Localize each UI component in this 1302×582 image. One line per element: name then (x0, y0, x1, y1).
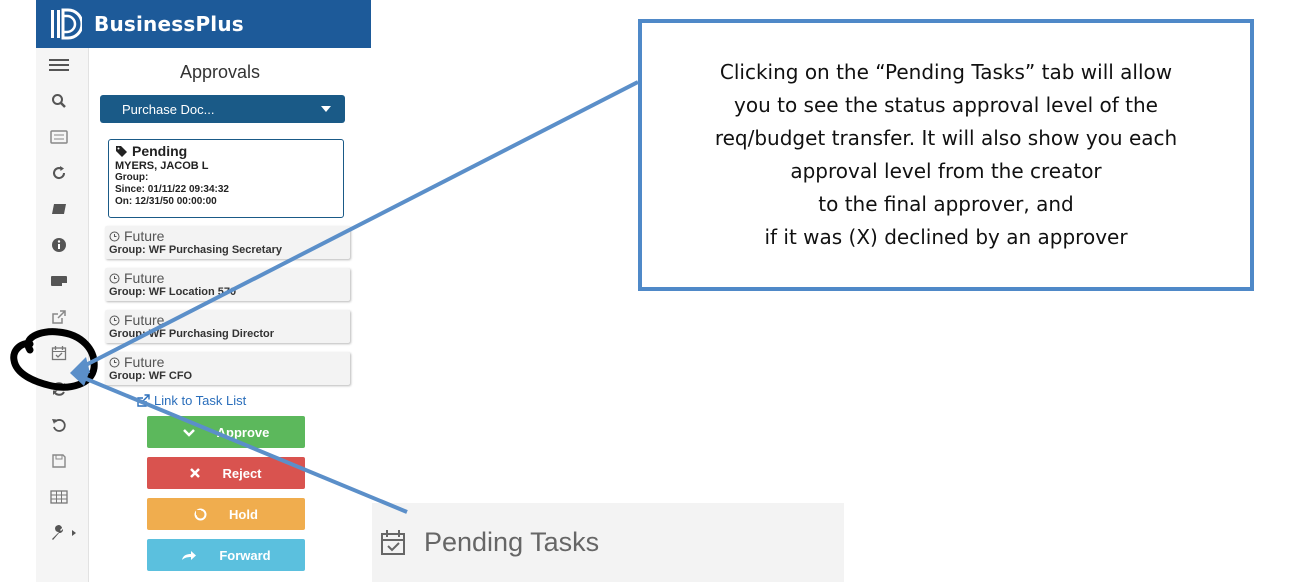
future-approval-card[interactable]: Future Group: WF Purchasing Director (105, 310, 350, 343)
pending-tasks-label: Pending Tasks (424, 527, 600, 557)
pending-on: On: 12/31/50 00:00:00 (115, 196, 217, 207)
future-group: Group: WF Location 570 (109, 286, 237, 298)
link-to-task-list[interactable]: Link to Task List (137, 393, 246, 408)
approver-name: MYERS, JACOB L (115, 160, 209, 172)
sync-icon[interactable] (48, 378, 70, 400)
approve-label: Approve (216, 424, 270, 440)
approve-button[interactable]: Approve (147, 416, 305, 448)
check-icon (182, 429, 195, 437)
book-icon[interactable] (48, 198, 70, 220)
pending-status: Pending (132, 143, 188, 159)
chevron-down-icon (321, 106, 331, 112)
calendar-check-icon[interactable] (48, 342, 70, 364)
link-label: Link to Task List (154, 393, 247, 408)
menu-icon[interactable] (48, 54, 70, 76)
external-link-icon[interactable] (48, 306, 70, 328)
document-type-value: Purchase Doc... (122, 101, 215, 117)
pending-tasks-zoom[interactable]: Pending Tasks (372, 503, 844, 582)
clock-icon (109, 357, 120, 367)
app-brand: BusinessPlus (94, 12, 244, 36)
instruction-callout: Clicking on the “Pending Tasks” tab will… (638, 19, 1254, 291)
external-link-icon (137, 394, 150, 407)
businessplus-logo-icon (36, 0, 94, 48)
credit-card-icon[interactable] (48, 270, 70, 292)
app-header: BusinessPlus (36, 0, 371, 48)
panel-title: Approvals (179, 62, 261, 82)
hold-label: Hold (229, 506, 258, 522)
info-icon[interactable] (48, 234, 70, 256)
save-icon[interactable] (48, 450, 70, 472)
future-status: Future (124, 228, 165, 244)
future-approval-card[interactable]: Future Group: WF Purchasing Secretary (105, 226, 350, 259)
document-type-select[interactable]: Purchase Doc... (100, 95, 345, 123)
keyboard-icon[interactable] (48, 126, 70, 148)
future-group: Group: WF CFO (109, 370, 193, 382)
wrench-icon[interactable] (48, 522, 82, 544)
pending-group: Group: (115, 172, 149, 183)
future-status: Future (124, 270, 165, 286)
reject-button[interactable]: Reject (147, 457, 305, 489)
future-status: Future (124, 312, 165, 328)
reject-label: Reject (222, 465, 262, 481)
future-group: Group: WF Purchasing Director (109, 328, 275, 340)
tag-icon (116, 146, 127, 157)
close-icon (190, 468, 201, 478)
callout-text: Clicking on the “Pending Tasks” tab will… (714, 60, 1178, 249)
future-approval-card[interactable]: Future Group: WF CFO (105, 352, 350, 385)
clock-icon (109, 231, 120, 241)
future-status: Future (124, 354, 165, 370)
refresh-icon[interactable] (48, 162, 70, 184)
table-icon[interactable] (48, 486, 70, 508)
hand-icon (194, 508, 207, 520)
side-rail (36, 48, 89, 582)
search-icon[interactable] (48, 90, 70, 112)
undo-icon[interactable] (48, 414, 70, 436)
approvals-panel: Approvals Purchase Doc... Pending MYERS,… (89, 48, 371, 582)
clock-icon (109, 273, 120, 283)
calendar-check-icon (381, 529, 405, 555)
forward-label: Forward (219, 547, 271, 563)
clock-icon (109, 315, 120, 325)
share-icon (182, 550, 197, 560)
future-group: Group: WF Purchasing Secretary (109, 244, 282, 256)
forward-button[interactable]: Forward (147, 539, 305, 571)
pending-approval-card[interactable]: Pending MYERS, JACOB L Group: Since: 01/… (108, 139, 344, 218)
future-approval-card[interactable]: Future Group: WF Location 570 (105, 268, 350, 301)
hold-button[interactable]: Hold (147, 498, 305, 530)
pending-since: Since: 01/11/22 09:34:32 (115, 184, 229, 195)
